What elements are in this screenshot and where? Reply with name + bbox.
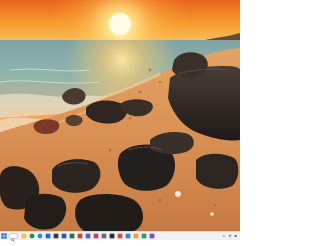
edge-icon — [37, 233, 43, 239]
windows-logo-icon — [1, 233, 7, 239]
taskbar-app-button[interactable] — [85, 233, 91, 239]
taskbar-app-button[interactable] — [21, 233, 27, 239]
system-tray — [222, 232, 240, 240]
taskbar-app-button[interactable] — [101, 233, 107, 239]
file-explorer-icon — [21, 233, 27, 239]
app-icon — [125, 233, 131, 239]
terminal-icon — [109, 233, 115, 239]
taskbar — [0, 231, 240, 242]
taskbar-app-button[interactable] — [29, 233, 35, 239]
taskbar-app-button[interactable] — [37, 233, 43, 239]
app-icon — [133, 233, 139, 239]
taskbar-app-button[interactable] — [69, 233, 75, 239]
taskbar-app-button[interactable] — [61, 233, 67, 239]
taskbar-app-button[interactable] — [149, 233, 155, 239]
excel-icon — [69, 233, 75, 239]
volume-icon[interactable] — [234, 234, 238, 238]
word-icon — [61, 233, 67, 239]
taskbar-app-button[interactable] — [141, 233, 147, 239]
search-icon — [11, 227, 15, 246]
photos-icon — [93, 233, 99, 239]
start-button[interactable] — [1, 233, 7, 239]
desktop[interactable] — [0, 0, 240, 231]
chrome-icon — [29, 233, 35, 239]
taskbar-app-button[interactable] — [109, 233, 115, 239]
taskbar-app-button[interactable] — [45, 233, 51, 239]
wifi-icon[interactable] — [228, 234, 232, 238]
taskbar-app-button[interactable] — [77, 233, 83, 239]
app-icon — [149, 233, 155, 239]
chevron-up-icon[interactable] — [222, 234, 226, 238]
taskbar-app-button[interactable] — [125, 233, 131, 239]
app-icon — [141, 233, 147, 239]
mail-icon — [45, 233, 51, 239]
settings-icon — [101, 233, 107, 239]
taskbar-app-button[interactable] — [53, 233, 59, 239]
teams-icon — [85, 233, 91, 239]
taskbar-app-list — [21, 232, 155, 240]
desktop-wallpaper — [0, 0, 240, 231]
taskbar-app-button[interactable] — [117, 233, 123, 239]
taskbar-search-box[interactable] — [9, 233, 18, 242]
taskbar-app-button[interactable] — [93, 233, 99, 239]
taskbar-app-button[interactable] — [133, 233, 139, 239]
store-icon — [53, 233, 59, 239]
app-icon — [117, 233, 123, 239]
powerpoint-icon — [77, 233, 83, 239]
